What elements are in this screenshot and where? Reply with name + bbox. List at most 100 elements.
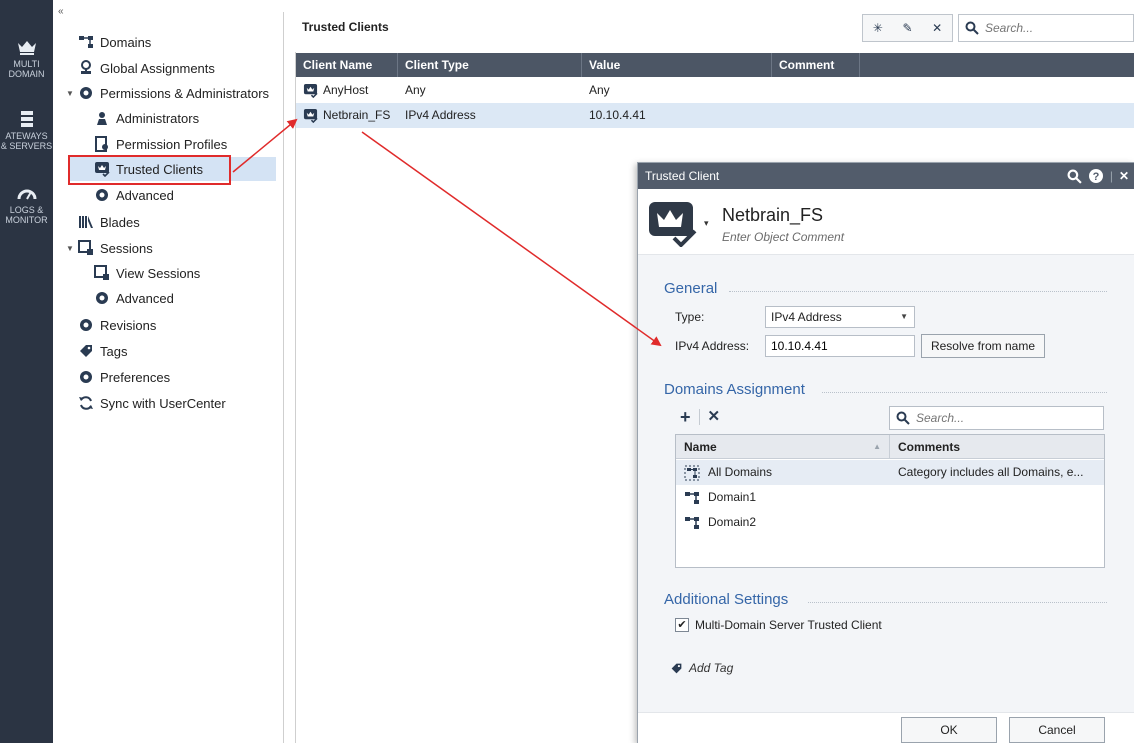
add-tag-label: Add Tag	[689, 661, 734, 675]
domains-table-header: Name ▲ Comments	[676, 435, 1104, 459]
new-icon[interactable]: ✳	[867, 17, 889, 39]
admin-icon	[97, 112, 107, 125]
nav-item-revisions[interactable]: Revisions	[78, 313, 156, 337]
ipv4-address-input[interactable]	[765, 335, 915, 357]
domains-search-field[interactable]	[889, 406, 1104, 430]
nav-item-blades[interactable]: Blades	[78, 210, 140, 234]
nav-item-label: View Sessions	[116, 265, 201, 281]
dialog-header	[638, 189, 1134, 255]
main-panel-border	[295, 52, 296, 743]
table-row[interactable]: Domain2	[676, 510, 1104, 535]
svg-text:?: ?	[1092, 171, 1099, 183]
nav-item-label: Blades	[100, 214, 140, 230]
column-header-client-type[interactable]: Client Type	[398, 53, 582, 77]
nav-item-preferences[interactable]: Preferences	[78, 365, 170, 389]
gear-icon	[96, 189, 108, 201]
column-header-comments[interactable]: Comments	[890, 435, 1104, 459]
search-input[interactable]	[985, 21, 1125, 35]
rail-item-logs[interactable]: LOGS & MONITOR	[0, 184, 53, 225]
nav-item-label: Preferences	[100, 369, 171, 385]
sort-up-icon: ▲	[873, 442, 881, 451]
tag-icon	[80, 345, 92, 357]
help-icon[interactable]: ?	[1088, 168, 1104, 184]
section-title-additional: Additional Settings	[664, 591, 789, 608]
nav-item-domains[interactable]: Domains	[78, 30, 151, 54]
domain-name: Domain2	[708, 515, 757, 529]
table-row[interactable]: Domain1	[676, 485, 1104, 510]
column-header-comment[interactable]: Comment	[772, 53, 860, 77]
nav-item-label: Domains	[100, 34, 152, 50]
blades-icon	[79, 216, 93, 228]
expand-caret-icon[interactable]: ▼	[66, 244, 76, 253]
table-row[interactable]: Netbrain_FS IPv4 Address 10.10.4.41	[296, 103, 1134, 128]
nav-item-label: Global Assignments	[100, 60, 215, 76]
remove-icon[interactable]: ✕	[708, 408, 721, 426]
trusted-client-dialog: Trusted Client ? | ✕ ▾ Netbrain_FS Enter…	[637, 162, 1134, 743]
toolbar-separator	[698, 409, 700, 425]
ok-button[interactable]: OK	[901, 717, 997, 743]
search-icon	[896, 411, 910, 425]
gauge-icon	[17, 189, 36, 200]
nav-item-permission-profiles[interactable]: Permission Profiles	[94, 132, 227, 156]
crown-icon	[17, 41, 36, 55]
table-row[interactable]: AnyHost Any Any	[296, 78, 1134, 103]
nav-item-label: Tags	[100, 343, 128, 359]
gear-icon	[80, 371, 92, 383]
mds-trusted-client-checkbox-row[interactable]: ✔ Multi-Domain Server Trusted Client	[675, 618, 882, 632]
nav-item-global-assignments[interactable]: Global Assignments	[78, 56, 215, 80]
section-title-general: General	[664, 280, 718, 297]
rail-item-gateways[interactable]: ATEWAYS & SERVERS	[0, 110, 53, 151]
collapse-nav-button[interactable]: «	[58, 6, 64, 17]
section-rule	[808, 602, 1107, 603]
gear-icon	[80, 87, 92, 99]
column-header-name-label: Name	[684, 440, 717, 454]
rail-label: LOGS & MONITOR	[5, 205, 48, 225]
nav-item-advanced-sessions[interactable]: Advanced	[94, 286, 174, 310]
object-name[interactable]: Netbrain_FS	[722, 205, 823, 226]
gear-icon	[96, 292, 108, 304]
section-rule	[729, 291, 1107, 292]
add-icon[interactable]: +	[680, 408, 691, 426]
stamp-icon	[81, 60, 91, 74]
dialog-titlebar: Trusted Client ? | ✕	[638, 163, 1134, 189]
object-icon-dropdown[interactable]: ▾	[704, 219, 709, 229]
nav-item-sessions[interactable]: ▼ Sessions	[66, 236, 153, 260]
nav-item-label: Advanced	[116, 290, 174, 306]
rail-item-multi-domain[interactable]: MULTI DOMAIN	[0, 38, 53, 79]
edit-icon[interactable]: ✎	[896, 17, 918, 39]
dialog-title: Trusted Client	[645, 169, 720, 183]
column-header-name[interactable]: Name ▲	[676, 435, 890, 459]
nav-item-view-sessions[interactable]: View Sessions	[94, 261, 200, 285]
nav-item-administrators[interactable]: Administrators	[94, 106, 199, 130]
table-row[interactable]: All Domains Category includes all Domain…	[676, 460, 1104, 485]
search-icon[interactable]	[1067, 169, 1082, 184]
search-field[interactable]	[958, 14, 1134, 42]
type-select[interactable]: IPv4 Address ▼	[765, 306, 915, 328]
nav-item-label: Permission Profiles	[116, 136, 228, 152]
nav-item-permissions[interactable]: ▼ Permissions & Administrators	[66, 81, 269, 105]
domain-name-cell: All Domains	[684, 460, 772, 485]
cancel-button[interactable]: Cancel	[1009, 717, 1105, 743]
column-header-value[interactable]: Value	[582, 53, 772, 77]
domains-icon	[79, 36, 93, 48]
section-title-domains: Domains Assignment	[664, 381, 805, 398]
expand-caret-icon[interactable]: ▼	[66, 89, 76, 98]
section-rule	[822, 392, 1107, 393]
nav-item-tags[interactable]: Tags	[78, 339, 127, 363]
column-header-client-name[interactable]: Client Name	[296, 53, 398, 77]
mds-trusted-client-checkbox[interactable]: ✔	[675, 618, 689, 632]
delete-icon[interactable]: ✕	[926, 17, 948, 39]
domains-search-input[interactable]	[916, 411, 1096, 425]
resolve-from-name-button[interactable]: Resolve from name	[921, 334, 1045, 358]
tag-icon	[671, 663, 682, 673]
trusted-client-object-icon[interactable]	[648, 201, 698, 247]
close-icon[interactable]: ✕	[1119, 163, 1129, 189]
nav-item-advanced-permissions[interactable]: Advanced	[94, 183, 174, 207]
object-comment[interactable]: Enter Object Comment	[722, 230, 844, 244]
add-tag-link[interactable]: Add Tag	[670, 661, 733, 675]
servers-icon	[20, 111, 33, 127]
profile-icon	[95, 136, 108, 152]
nav-item-sync-usercenter[interactable]: Sync with UserCenter	[78, 391, 226, 415]
titlebar-separator: |	[1109, 169, 1113, 183]
client-type: Any	[405, 83, 426, 97]
